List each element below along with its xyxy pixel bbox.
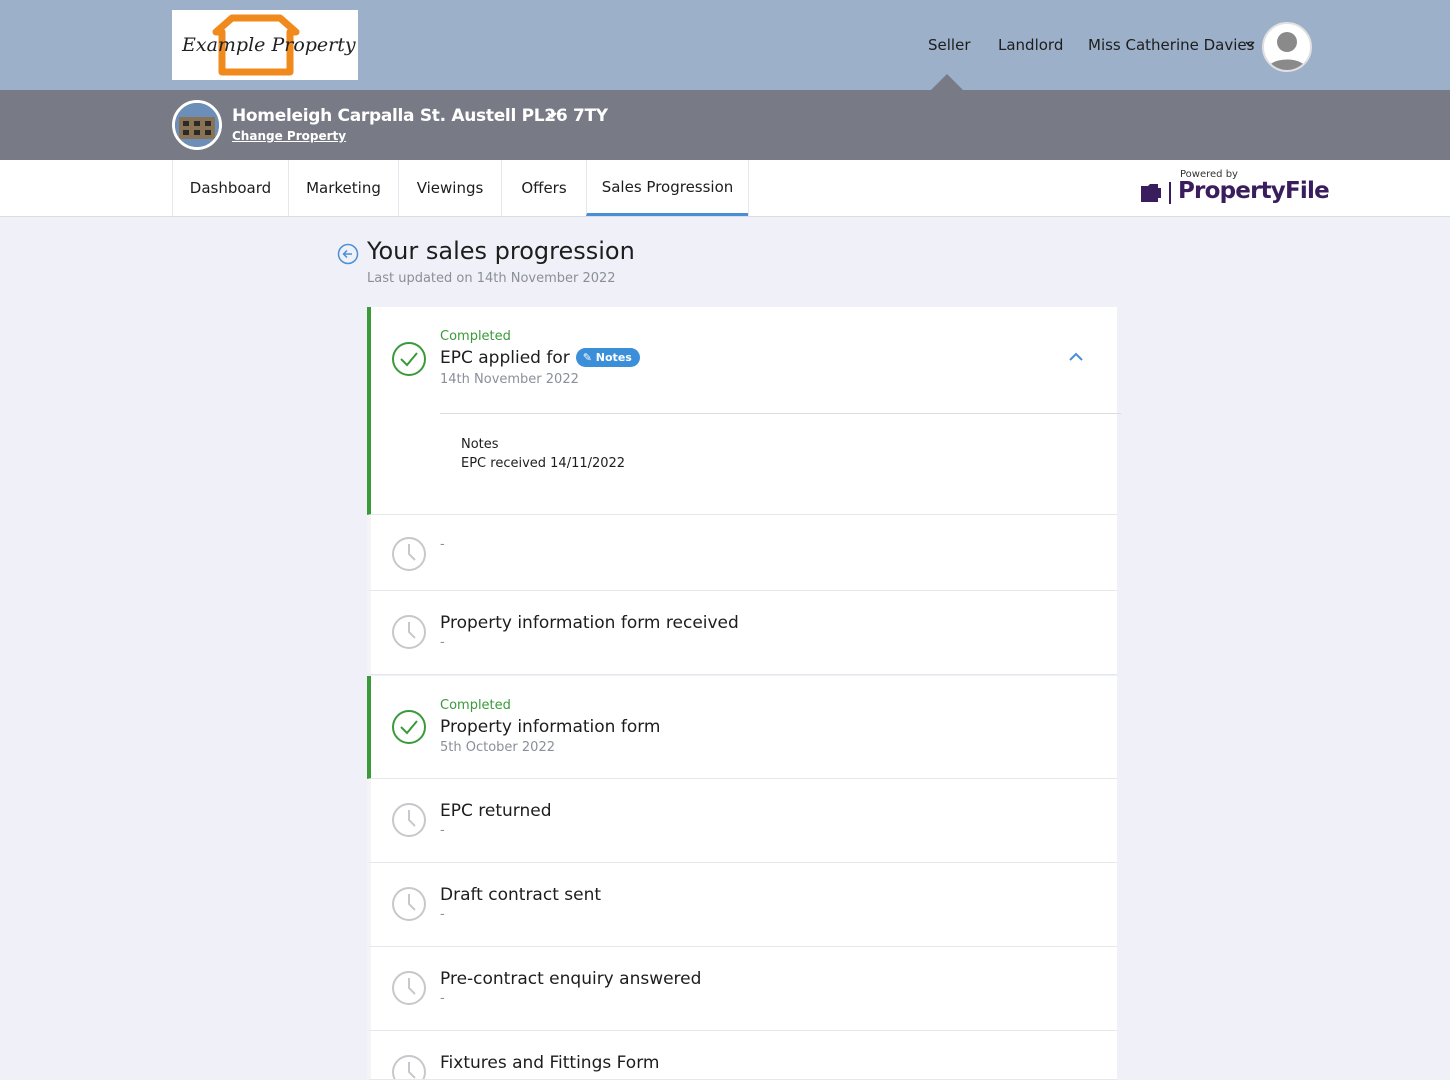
chevron-down-icon[interactable] — [1245, 40, 1255, 48]
clock-icon — [392, 1055, 426, 1079]
tab-divider — [748, 160, 749, 216]
step-card-untitled[interactable]: - — [367, 515, 1117, 591]
nav-landlord[interactable]: Landlord — [998, 36, 1063, 54]
last-updated-text: Last updated on 14th November 2022 — [367, 271, 616, 286]
step-date: 5th October 2022 — [440, 740, 555, 755]
check-circle-icon — [392, 342, 426, 376]
clock-icon — [392, 971, 426, 1005]
clock-icon — [392, 537, 426, 571]
step-card-epc-returned[interactable]: EPC returned - — [367, 779, 1117, 863]
notes-text: EPC received 14/11/2022 — [461, 456, 626, 471]
propertyfile-folder-icon — [1141, 182, 1171, 204]
tab-marketing[interactable]: Marketing — [288, 160, 398, 216]
nav-seller[interactable]: Seller — [928, 36, 970, 54]
page-title: Your sales progression — [367, 237, 635, 265]
notes-label: Notes — [461, 437, 499, 452]
check-circle-icon — [392, 710, 426, 744]
notes-badge-label: Notes — [595, 351, 632, 364]
divider — [440, 413, 1121, 414]
user-menu[interactable]: Miss Catherine Davies — [1088, 36, 1254, 54]
chevron-down-icon[interactable] — [546, 111, 558, 120]
step-date: - — [440, 907, 445, 922]
active-nav-pointer — [930, 74, 964, 91]
step-date: - — [440, 635, 445, 650]
step-title: EPC applied for ✎ Notes — [440, 348, 640, 368]
step-title-text: EPC applied for — [440, 348, 570, 368]
tab-sales-progression[interactable]: Sales Progression — [586, 160, 748, 216]
back-arrow-icon[interactable] — [337, 243, 359, 265]
tab-viewings[interactable]: Viewings — [398, 160, 501, 216]
step-card-pre-contract[interactable]: Pre-contract enquiry answered - — [367, 947, 1117, 1031]
brand-logo-text: Example Property — [182, 34, 356, 56]
brand-logo[interactable]: Example Property — [172, 10, 358, 80]
clock-icon — [392, 615, 426, 649]
property-photo — [172, 100, 222, 150]
step-date: - — [440, 991, 445, 1006]
step-title: Fixtures and Fittings Form — [440, 1053, 660, 1073]
step-status: Completed — [440, 329, 511, 344]
step-title: Draft contract sent — [440, 885, 602, 905]
step-date: - — [440, 823, 445, 838]
tab-offers[interactable]: Offers — [501, 160, 586, 216]
step-card-pif-received[interactable]: Property information form received - — [367, 591, 1117, 675]
chevron-up-icon[interactable] — [1068, 352, 1084, 362]
step-status: Completed — [440, 698, 511, 713]
step-title: Pre-contract enquiry answered — [440, 969, 702, 989]
user-avatar-icon — [1267, 32, 1307, 70]
property-thumbnail-icon — [175, 103, 219, 147]
avatar[interactable] — [1262, 22, 1312, 72]
step-title: Property information form — [440, 717, 661, 737]
step-title: Property information form received — [440, 613, 739, 633]
tab-dashboard[interactable]: Dashboard — [172, 160, 288, 216]
step-date: 14th November 2022 — [440, 372, 579, 387]
step-card-draft-contract[interactable]: Draft contract sent - — [367, 863, 1117, 947]
step-card-epc-applied[interactable]: Completed EPC applied for ✎ Notes 14th No… — [367, 307, 1121, 515]
notes-badge[interactable]: ✎ Notes — [575, 348, 640, 367]
property-bar: Homeleigh Carpalla St. Austell PL26 7TY … — [0, 90, 1450, 160]
step-card-pif[interactable]: Completed Property information form 5th … — [367, 676, 1117, 779]
clock-icon — [392, 803, 426, 837]
step-title: EPC returned — [440, 801, 552, 821]
change-property-link[interactable]: Change Property — [232, 129, 346, 143]
propertyfile-logo-text: PropertyFile — [1178, 178, 1330, 204]
top-header: Example Property Seller Landlord Miss Ca… — [0, 0, 1450, 91]
clock-icon — [392, 887, 426, 921]
step-card-fixtures[interactable]: Fixtures and Fittings Form — [367, 1031, 1117, 1080]
step-date: - — [440, 537, 445, 552]
